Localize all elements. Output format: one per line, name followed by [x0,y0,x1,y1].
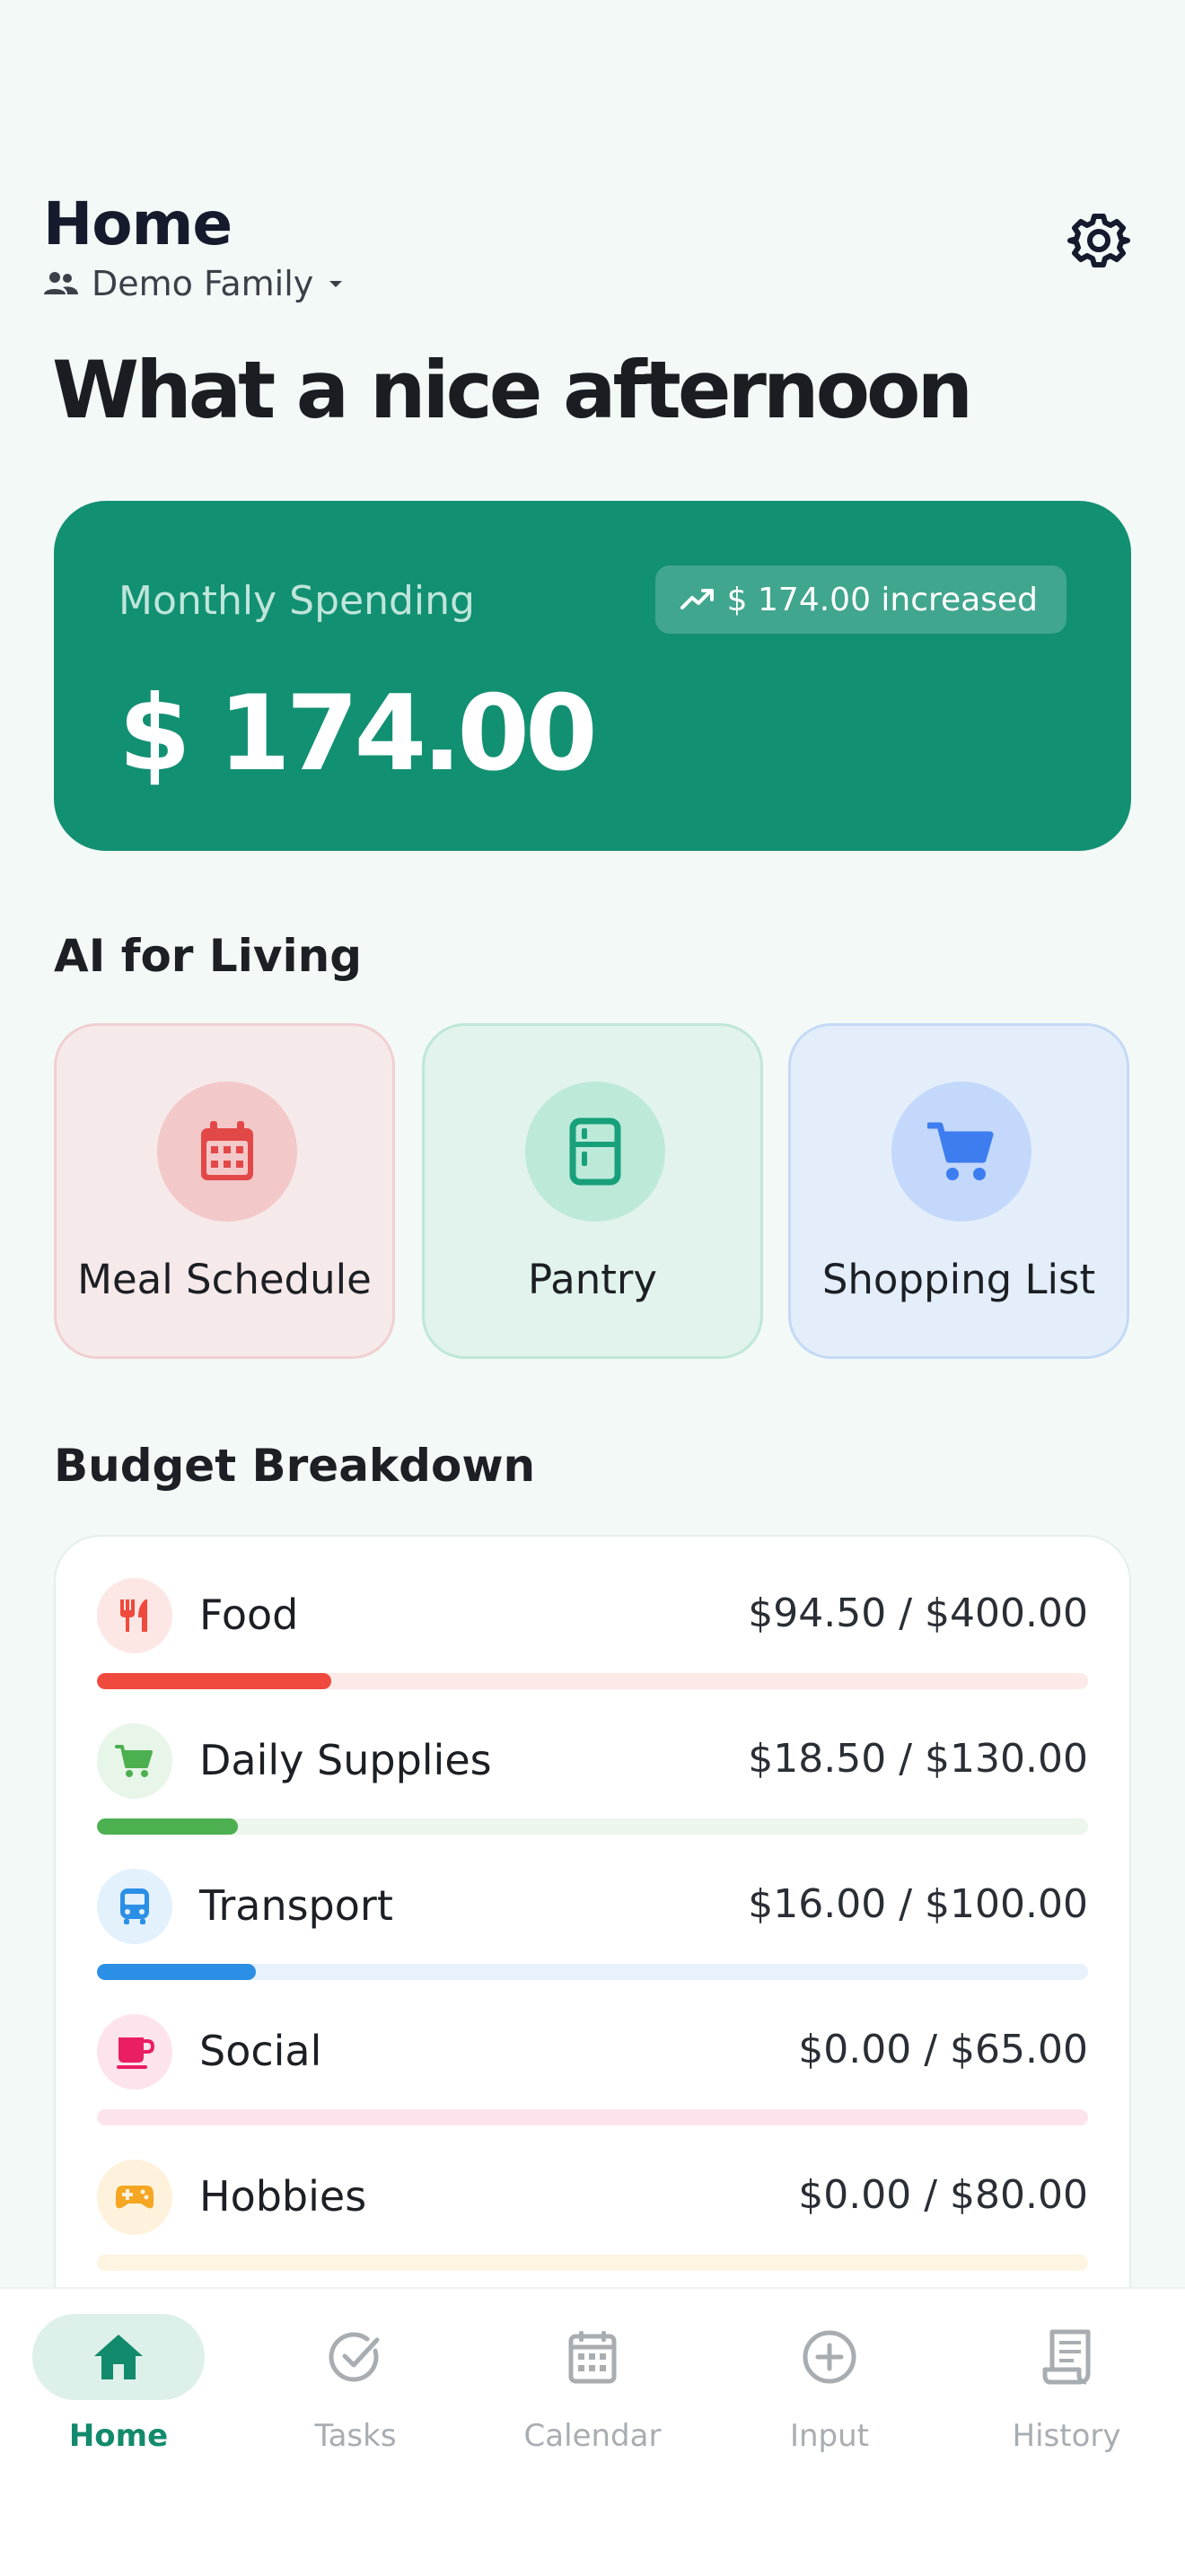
shopping-list-card[interactable]: Shopping List [788,1023,1129,1359]
category-amount: $94.50 / $400.00 [748,1590,1088,1636]
ai-section-title: AI for Living [54,930,362,982]
fork-knife-icon [120,1599,147,1632]
page-header: Home Demo Family [43,188,362,303]
budget-row-daily-supplies[interactable]: Daily Supplies $18.50 / $130.00 [97,1723,1088,1849]
budget-row-transport[interactable]: Transport $16.00 / $100.00 [97,1869,1088,1994]
hobbies-icon-wrap [97,2160,172,2235]
nav-label: Input [789,2418,870,2454]
pantry-label: Pantry [528,1256,657,1303]
nav-item-calendar[interactable]: Calendar [474,2314,711,2475]
nav-home-pill [32,2314,205,2400]
budget-row-hobbies[interactable]: Hobbies $0.00 / $80.00 [97,2160,1088,2285]
cart-icon [927,1122,994,1180]
budget-progress-bar [97,1818,1088,1835]
nav-item-history[interactable]: History [948,2314,1185,2475]
home-icon [94,2335,143,2379]
budget-progress-bar [97,1964,1088,1980]
nav-label: Calendar [523,2418,662,2454]
fridge-icon [569,1117,621,1186]
pantry-icon-wrap [525,1082,665,1222]
family-selector[interactable]: Demo Family [43,264,362,303]
category-name: Hobbies [199,2172,367,2221]
nav-item-home[interactable]: Home [0,2314,237,2475]
plus-circle-icon [803,2330,856,2384]
check-circle-icon [329,2332,380,2382]
people-icon [44,272,78,294]
settings-button[interactable] [1066,208,1131,273]
spending-label: Monthly Spending [118,578,475,624]
budget-section-title: Budget Breakdown [54,1440,536,1492]
budget-row-food[interactable]: Food $94.50 / $400.00 [97,1578,1088,1704]
budget-progress-bar [97,2109,1088,2125]
nav-item-input[interactable]: Input [711,2314,948,2475]
greeting-text: What a nice afternoon [52,344,973,436]
budget-card: Food $94.50 / $400.00 Daily Supplies $18… [54,1535,1131,2343]
nav-label: Home [68,2418,169,2454]
social-icon-wrap [97,2014,172,2090]
family-name: Demo Family [92,264,314,303]
cart-icon [115,1745,153,1777]
gear-icon [1067,214,1130,267]
nav-label: History [1012,2418,1121,2454]
trending-up-icon [680,589,714,609]
nav-calendar-pill [506,2314,679,2400]
nav-item-tasks[interactable]: Tasks [237,2314,474,2475]
pantry-card[interactable]: Pantry [422,1023,763,1359]
caret-down-icon [329,281,343,287]
page-title: Home [43,189,233,258]
budget-progress-bar [97,2255,1088,2271]
spending-change-badge: $ 174.00 increased [654,565,1066,634]
category-name: Social [199,2027,322,2075]
spending-change-text: $ 174.00 increased [726,581,1038,618]
calendar-icon [201,1121,253,1180]
category-amount: $0.00 / $80.00 [798,2172,1088,2218]
gamepad-icon [116,2186,154,2209]
shopping-list-label: Shopping List [821,1256,1096,1303]
category-amount: $0.00 / $65.00 [798,2027,1088,2072]
transport-icon-wrap [97,1869,172,1944]
nav-tasks-pill [269,2314,442,2400]
nav-input-pill [743,2314,916,2400]
budget-progress-fill [97,1964,256,1980]
shopping-list-icon-wrap [891,1082,1031,1222]
meal-schedule-card[interactable]: Meal Schedule [54,1023,395,1359]
spending-amount: $ 174.00 [118,673,598,794]
meal-schedule-icon-wrap [157,1082,297,1222]
food-icon-wrap [97,1578,172,1653]
category-name: Transport [199,1881,393,1930]
budget-row-social[interactable]: Social $0.00 / $65.00 [97,2014,1088,2140]
category-name: Food [199,1590,299,1639]
bus-icon [120,1888,149,1924]
daily-supplies-icon-wrap [97,1723,172,1799]
receipt-icon [1042,2329,1091,2385]
category-amount: $18.50 / $130.00 [748,1736,1088,1782]
category-amount: $16.00 / $100.00 [748,1881,1088,1927]
category-name: Daily Supplies [199,1736,492,1784]
monthly-spending-card[interactable]: Monthly Spending $ 174.00 increased $ 17… [54,501,1131,851]
calendar-icon [568,2331,617,2384]
coffee-cup-icon [117,2037,154,2069]
bottom-navigation: Home Tasks Calendar Input History [0,2287,1185,2576]
budget-progress-fill [97,1818,239,1835]
budget-progress-bar [97,1673,1088,1689]
nav-label: Tasks [314,2418,397,2454]
nav-history-pill [980,2314,1153,2400]
meal-schedule-label: Meal Schedule [77,1256,372,1303]
budget-progress-fill [97,1673,331,1689]
